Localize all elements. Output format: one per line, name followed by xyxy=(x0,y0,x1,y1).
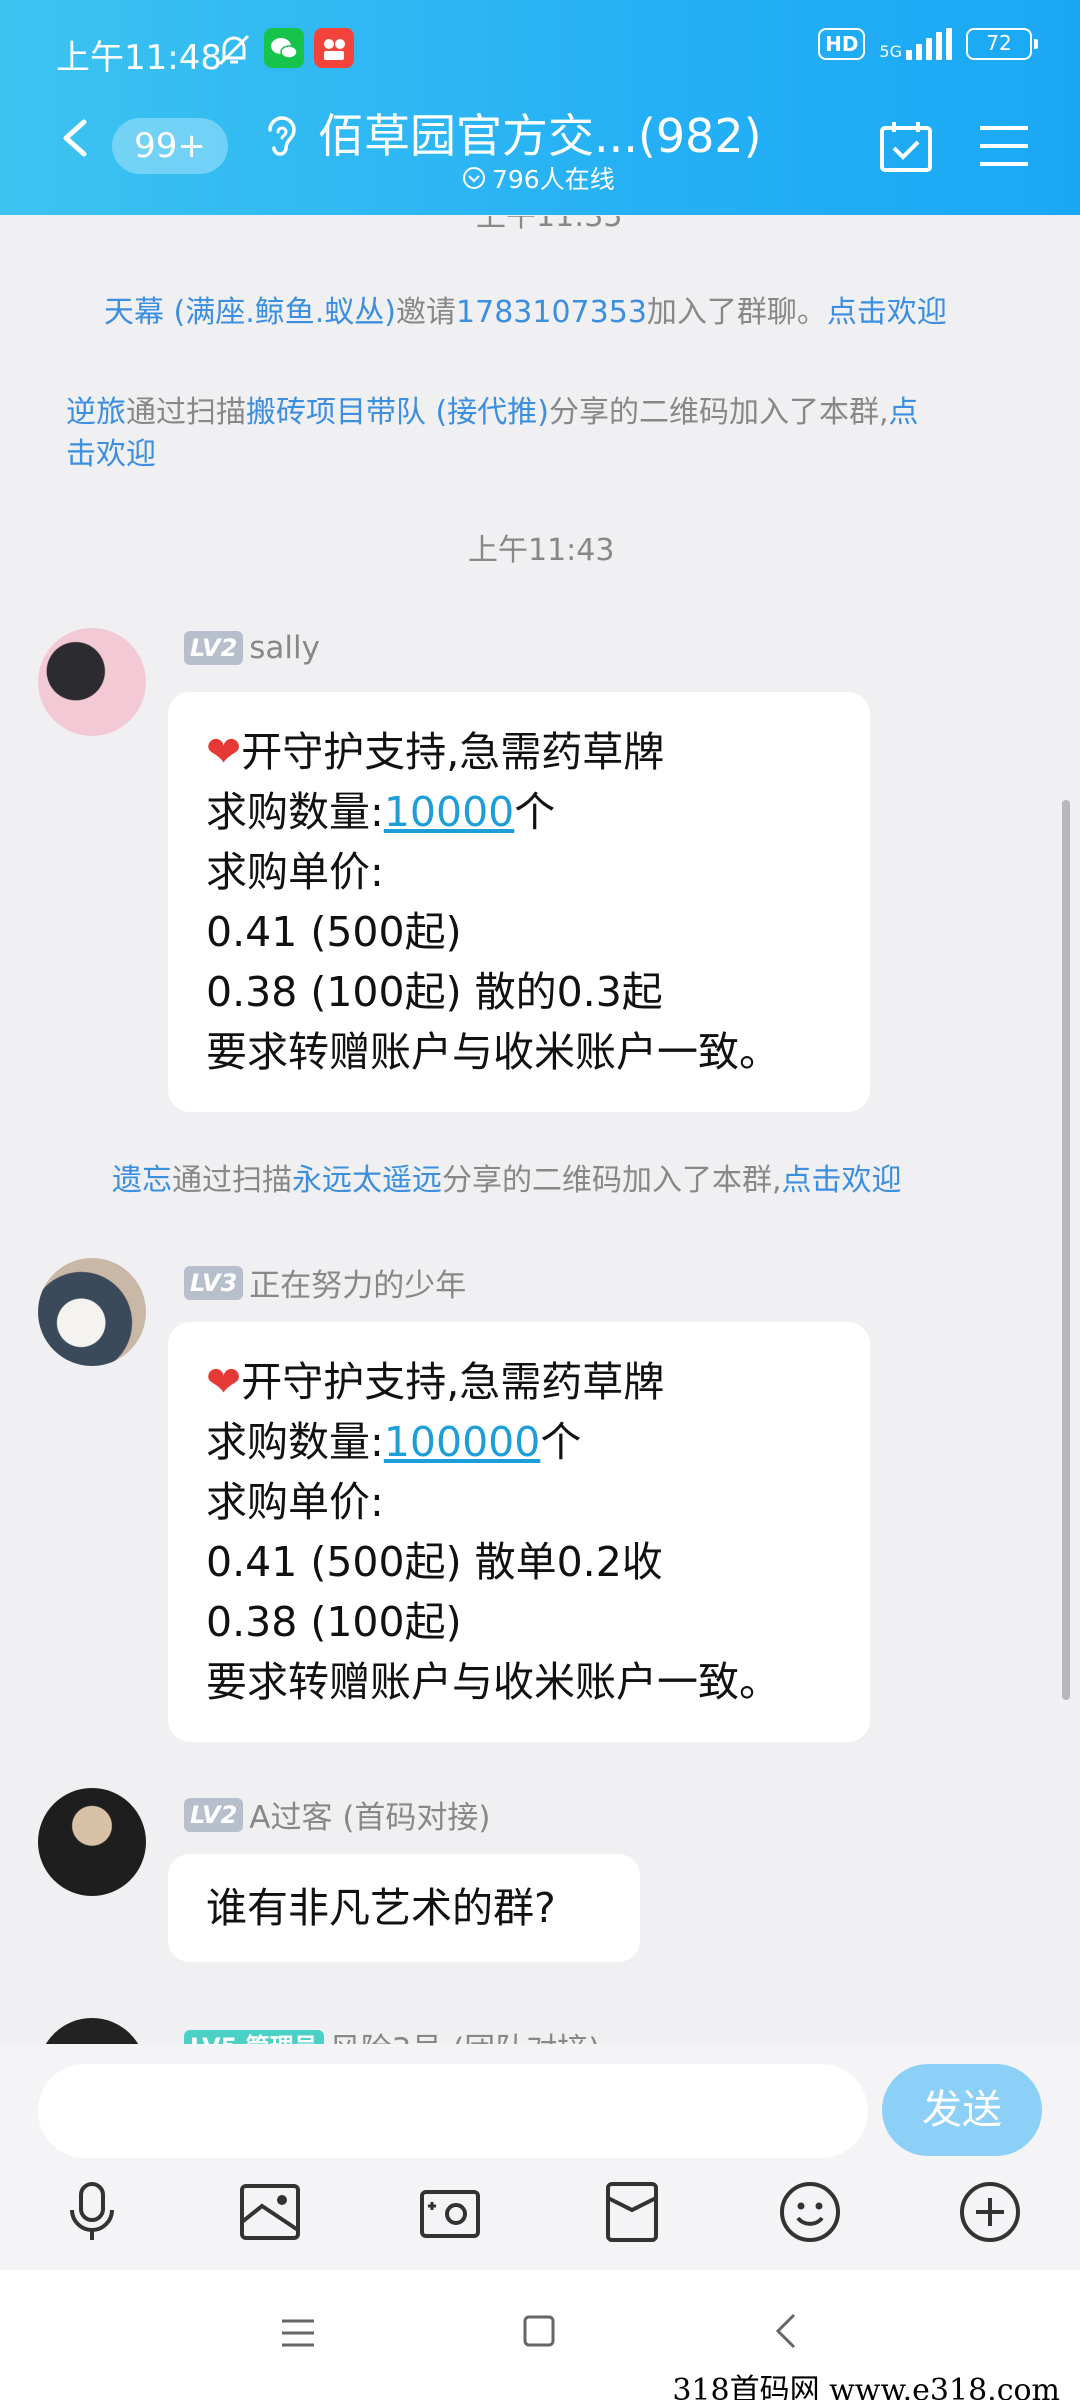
sender-name[interactable]: 正在努力的少年 xyxy=(249,1260,466,1305)
avatar[interactable] xyxy=(38,1258,146,1366)
microphone-icon[interactable] xyxy=(62,2180,122,2244)
message-line: 求购单价: xyxy=(206,1478,384,1526)
calendar-check-icon[interactable] xyxy=(878,118,934,174)
heart-icon: ❤ xyxy=(206,727,242,776)
welcome-link[interactable]: 点 xyxy=(889,395,919,430)
scrollbar[interactable] xyxy=(1062,800,1070,1700)
back-arrow-icon[interactable] xyxy=(56,118,96,158)
message-line: 要求转赠账户与收米账户一致。 xyxy=(206,1658,780,1706)
number-link[interactable]: 100000 xyxy=(384,1418,541,1466)
message-line: 0.38 (100起) xyxy=(206,1598,462,1646)
input-bar: 发送 xyxy=(0,2044,1080,2270)
system-text: 通过扫描 xyxy=(172,1163,292,1198)
sender-info: LV2 sally xyxy=(184,630,320,666)
status-time: 上午11:48 xyxy=(56,38,222,78)
red-packet-icon[interactable] xyxy=(600,2180,664,2244)
message-line: 开守护支持,急需药草牌 xyxy=(241,728,665,776)
message-line: 要求转赠账户与收米账户一致。 xyxy=(206,1028,780,1076)
sender-info: LV3 正在努力的少年 xyxy=(184,1260,466,1305)
signal-icon: 5G xyxy=(879,28,952,60)
system-message: 逆旅通过扫描搬砖项目带队 (接代推)分享的二维码加入了本群,点击欢迎 xyxy=(66,392,1026,476)
member-link[interactable]: 天幕 (满座.鲸鱼.蚁丛) xyxy=(104,295,396,330)
message-line: 谁有非凡艺术的群? xyxy=(206,1884,556,1932)
message-line: 0.41 (500起) xyxy=(206,908,462,956)
nav-back-icon[interactable] xyxy=(774,2312,798,2350)
send-button[interactable]: 发送 xyxy=(882,2064,1042,2156)
system-text: 分享的二维码加入了本群, xyxy=(548,395,889,430)
unread-count-badge[interactable]: 99+ xyxy=(112,118,228,174)
member-link[interactable]: 逆旅 xyxy=(66,395,126,430)
member-link[interactable]: 永远太遥远 xyxy=(292,1163,442,1198)
welcome-link[interactable]: 点击欢迎 xyxy=(782,1163,902,1198)
avatar[interactable] xyxy=(38,1788,146,1896)
chevron-down-icon xyxy=(463,167,485,189)
system-text: 邀请 xyxy=(396,295,457,330)
hd-indicator: HD xyxy=(818,28,866,60)
plus-icon[interactable] xyxy=(958,2180,1022,2244)
member-link[interactable]: 遗忘 xyxy=(112,1163,172,1198)
system-text: 加入了群聊。 xyxy=(646,295,827,330)
chat-header: 上午11:48 HD 5G 72 99+ 佰草园官方交...(982) 796人… xyxy=(0,0,1080,215)
message-bubble[interactable]: ❤开守护支持,急需药草牌 求购数量:100000个 求购单价: 0.41 (50… xyxy=(168,1322,870,1742)
battery-icon: 72 xyxy=(966,28,1038,60)
camera-icon[interactable] xyxy=(418,2180,482,2244)
message-line: 求购数量: xyxy=(206,788,384,836)
timestamp: 上午11:43 xyxy=(468,533,615,568)
system-message: 天幕 (满座.鲸鱼.蚁丛)邀请1783107353加入了群聊。点击欢迎 xyxy=(104,292,947,334)
sender-info: LV2 A过客 (首码对接) xyxy=(184,1792,491,1837)
sender-name[interactable]: sally xyxy=(249,630,320,666)
message-bubble[interactable]: ❤开守护支持,急需药草牌 求购数量:10000个 求购单价: 0.41 (500… xyxy=(168,692,870,1112)
home-icon[interactable] xyxy=(522,2314,556,2348)
message-line: 求购单价: xyxy=(206,848,384,896)
heart-icon: ❤ xyxy=(206,1357,242,1406)
avatar[interactable] xyxy=(38,628,146,736)
welcome-link[interactable]: 击欢迎 xyxy=(66,437,156,472)
online-count: 796人在线 xyxy=(462,160,615,196)
online-count-text: 796人在线 xyxy=(492,165,615,194)
level-badge: LV2 xyxy=(184,1797,244,1832)
emoji-icon[interactable] xyxy=(778,2180,842,2244)
ear-mode-icon[interactable] xyxy=(262,112,302,162)
system-text: 通过扫描 xyxy=(126,395,246,430)
wechat-icon xyxy=(264,28,304,68)
status-indicators: HD 5G 72 xyxy=(818,28,1038,60)
message-line: 求购数量: xyxy=(206,1418,384,1466)
message-line: 0.38 (100起) 散的0.3起 xyxy=(206,968,663,1016)
message-line: 个 xyxy=(514,788,556,836)
message-input[interactable] xyxy=(38,2064,868,2158)
message-line: 开守护支持,急需药草牌 xyxy=(241,1358,665,1406)
recent-apps-icon[interactable] xyxy=(280,2318,316,2348)
image-icon[interactable] xyxy=(238,2180,302,2244)
message-line: 个 xyxy=(540,1418,582,1466)
watermark: 318首码网 www.e318.com xyxy=(672,2373,1060,2400)
system-message: 遗忘通过扫描永远太遥远分享的二维码加入了本群,点击欢迎 xyxy=(112,1160,902,1202)
level-badge: LV3 xyxy=(184,1265,244,1300)
network-label: 5G xyxy=(879,42,902,61)
system-text: 分享的二维码加入了本群, xyxy=(442,1163,782,1198)
member-link[interactable]: 1783107353 xyxy=(456,295,647,330)
group-title[interactable]: 佰草园官方交...(982) xyxy=(318,100,762,166)
message-line: 0.41 (500起) 散单0.2收 xyxy=(206,1538,663,1586)
number-link[interactable]: 10000 xyxy=(384,788,514,836)
welcome-link[interactable]: 点击欢迎 xyxy=(827,295,947,330)
member-link[interactable]: 搬砖项目带队 (接代推) xyxy=(246,395,549,430)
menu-icon[interactable] xyxy=(978,122,1030,170)
video-app-icon xyxy=(314,28,354,68)
level-badge: LV2 xyxy=(184,631,244,665)
message-bubble[interactable]: 谁有非凡艺术的群? xyxy=(168,1854,640,1962)
sender-name[interactable]: A过客 (首码对接) xyxy=(249,1792,490,1837)
mute-notification-icon xyxy=(218,34,250,66)
